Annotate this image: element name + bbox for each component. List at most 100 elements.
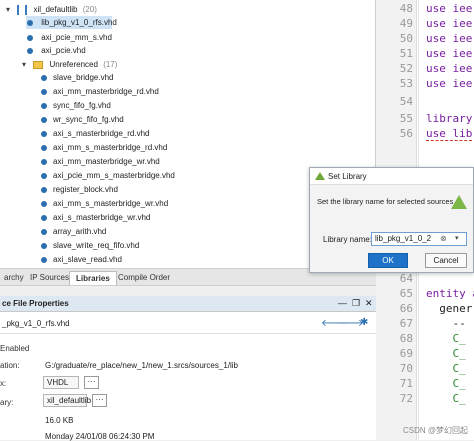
tree-item[interactable]: slave_write_req_fifo.vhd — [40, 239, 139, 252]
library-name-label: Library name: — [323, 235, 372, 244]
library-name-combo[interactable]: lib_pkg_v1_0_2 ⊗ ▾ — [371, 232, 467, 246]
tree-item-label: axi_pcie_mm_s.vhd — [41, 33, 112, 42]
vivado-emblem-icon — [451, 195, 467, 209]
file-icon — [41, 215, 47, 221]
line-number: 49 — [377, 17, 413, 30]
tree-item[interactable]: axi_pcie_mm_s_masterbridge.vhd — [40, 169, 175, 182]
tree-item-label: slave_bridge.vhd — [53, 73, 113, 82]
code-line: -- — [426, 317, 466, 330]
tree-item[interactable]: array_arith.vhd — [40, 225, 106, 238]
file-icon — [41, 173, 47, 179]
tree-item-label: sync_fifo_fg.vhd — [53, 101, 111, 110]
properties-file-name: _pkg_v1_0_rfs.vhd — [2, 319, 70, 328]
line-number: 68 — [377, 332, 413, 345]
file-icon — [41, 131, 47, 137]
code-line: C_ — [426, 362, 466, 375]
line-number: 66 — [377, 302, 413, 315]
tree-root-label: xil_defaultlib — [33, 5, 77, 14]
code-line: C_ — [426, 377, 466, 390]
minimize-icon[interactable]: — — [338, 298, 347, 308]
file-icon — [27, 35, 33, 41]
close-icon[interactable]: ✕ — [365, 298, 373, 309]
tree-item[interactable]: sync_fifo_fg.vhd — [40, 99, 111, 112]
tree-item[interactable]: axi_pcie.vhd — [26, 44, 86, 57]
code-line: use iee — [426, 2, 472, 15]
code-line: C_ — [426, 332, 466, 345]
tree-item-label: axi_slave_read.vhd — [53, 255, 122, 264]
type-ellipsis-button[interactable]: ··· — [84, 376, 99, 389]
tree-item[interactable]: axi_s_masterbridge_wr.vhd — [40, 211, 150, 224]
file-icon — [41, 159, 47, 165]
file-icon — [41, 117, 47, 123]
file-icon — [27, 48, 33, 54]
tree-item-selected[interactable]: lib_pkg_v1_0_rfs.vhd — [26, 16, 112, 29]
code-line: use iee — [426, 47, 472, 60]
line-number: 65 — [377, 287, 413, 300]
tree-item-label: axi_s_masterbridge_rd.vhd — [53, 129, 150, 138]
properties-header: ce File Properties — ❐ ✕ — [0, 296, 376, 312]
dialog-title-bar: Set Library — [310, 168, 473, 185]
tree-item-label: wr_sync_fifo_fg.vhd — [53, 115, 124, 124]
line-number: 50 — [377, 32, 413, 45]
file-icon — [41, 187, 47, 193]
tree-item[interactable]: axi_mm_s_masterbridge_rd.vhd — [40, 141, 167, 154]
tree-item-label: axi_pcie_mm_s_masterbridge.vhd — [53, 171, 175, 180]
line-number: 70 — [377, 362, 413, 375]
gear-icon[interactable]: ✱ — [360, 317, 368, 328]
chevron-down-icon[interactable]: ▾ — [455, 233, 459, 245]
tab-compile-order[interactable]: Compile Order — [112, 271, 176, 285]
code-line: entity a — [426, 287, 474, 300]
chevron-down-icon[interactable]: ▾ — [22, 58, 31, 71]
code-line: use iee — [426, 32, 472, 45]
library-ellipsis-button[interactable]: ··· — [92, 394, 107, 407]
size-value: 16.0 KB — [45, 416, 73, 425]
enabled-label: Enabled — [0, 344, 29, 353]
folder-icon — [33, 61, 43, 69]
code-line: gener — [426, 302, 472, 315]
tree-item[interactable]: axi_slave_read.vhd — [40, 253, 122, 266]
code-line: C_ — [426, 392, 466, 405]
line-number: 64 — [377, 272, 413, 285]
tree-item[interactable]: slave_bridge.vhd — [40, 71, 113, 84]
vivado-logo-icon — [315, 172, 325, 180]
tree-item-label: axi_mm_masterbridge_wr.vhd — [53, 157, 160, 166]
line-number: 69 — [377, 347, 413, 360]
code-line: use iee — [426, 77, 472, 90]
dialog-message: Set the library name for selected source… — [317, 197, 455, 206]
file-icon — [41, 243, 47, 249]
properties-title: ce File Properties — [2, 299, 69, 308]
tree-item-label: axi_mm_s_masterbridge_wr.vhd — [53, 199, 168, 208]
library-icon — [17, 5, 27, 15]
tab-ip-sources[interactable]: IP Sources — [24, 271, 75, 285]
restore-icon[interactable]: ❐ — [352, 298, 360, 309]
tree-item[interactable]: wr_sync_fifo_fg.vhd — [40, 113, 124, 126]
tree-item-label: register_block.vhd — [53, 185, 118, 194]
unreferenced-folder-row[interactable]: ▾ Unreferenced (17) — [22, 58, 117, 71]
line-number: 53 — [377, 77, 413, 90]
code-line: use iee — [426, 62, 472, 75]
line-number: 55 — [377, 112, 413, 125]
file-icon — [41, 145, 47, 151]
type-field: VHDL — [43, 376, 79, 389]
tree-item[interactable]: axi_mm_masterbridge_wr.vhd — [40, 155, 160, 168]
clear-icon[interactable]: ⊗ — [440, 233, 447, 245]
tree-item[interactable]: axi_mm_masterbridge_rd.vhd — [40, 85, 159, 98]
tree-root-row[interactable]: ▾ xil_defaultlib (20) — [6, 3, 97, 16]
tree-item[interactable]: axi_s_masterbridge_rd.vhd — [40, 127, 150, 140]
ok-button[interactable]: OK — [368, 253, 408, 268]
tab-libraries[interactable]: Libraries — [69, 271, 117, 285]
tree-item-label: axi_mm_s_masterbridge_rd.vhd — [53, 143, 167, 152]
cancel-button[interactable]: Cancel — [425, 253, 467, 268]
tree-item-label: axi_s_masterbridge_wr.vhd — [53, 213, 150, 222]
code-line: use iee — [426, 17, 472, 30]
library-field: xil_defaultlib — [43, 394, 87, 407]
tree-item[interactable]: axi_pcie_mm_s.vhd — [26, 31, 112, 44]
file-icon — [41, 229, 47, 235]
chevron-down-icon[interactable]: ▾ — [6, 3, 15, 16]
library-name-value: lib_pkg_v1_0_2 — [375, 234, 431, 243]
tree-item[interactable]: register_block.vhd — [40, 183, 118, 196]
tree-item[interactable]: axi_mm_s_masterbridge_wr.vhd — [40, 197, 168, 210]
location-value: G:/graduate/re_place/new_1/new_1.srcs/so… — [45, 361, 238, 370]
line-number: 71 — [377, 377, 413, 390]
file-icon — [41, 75, 47, 81]
